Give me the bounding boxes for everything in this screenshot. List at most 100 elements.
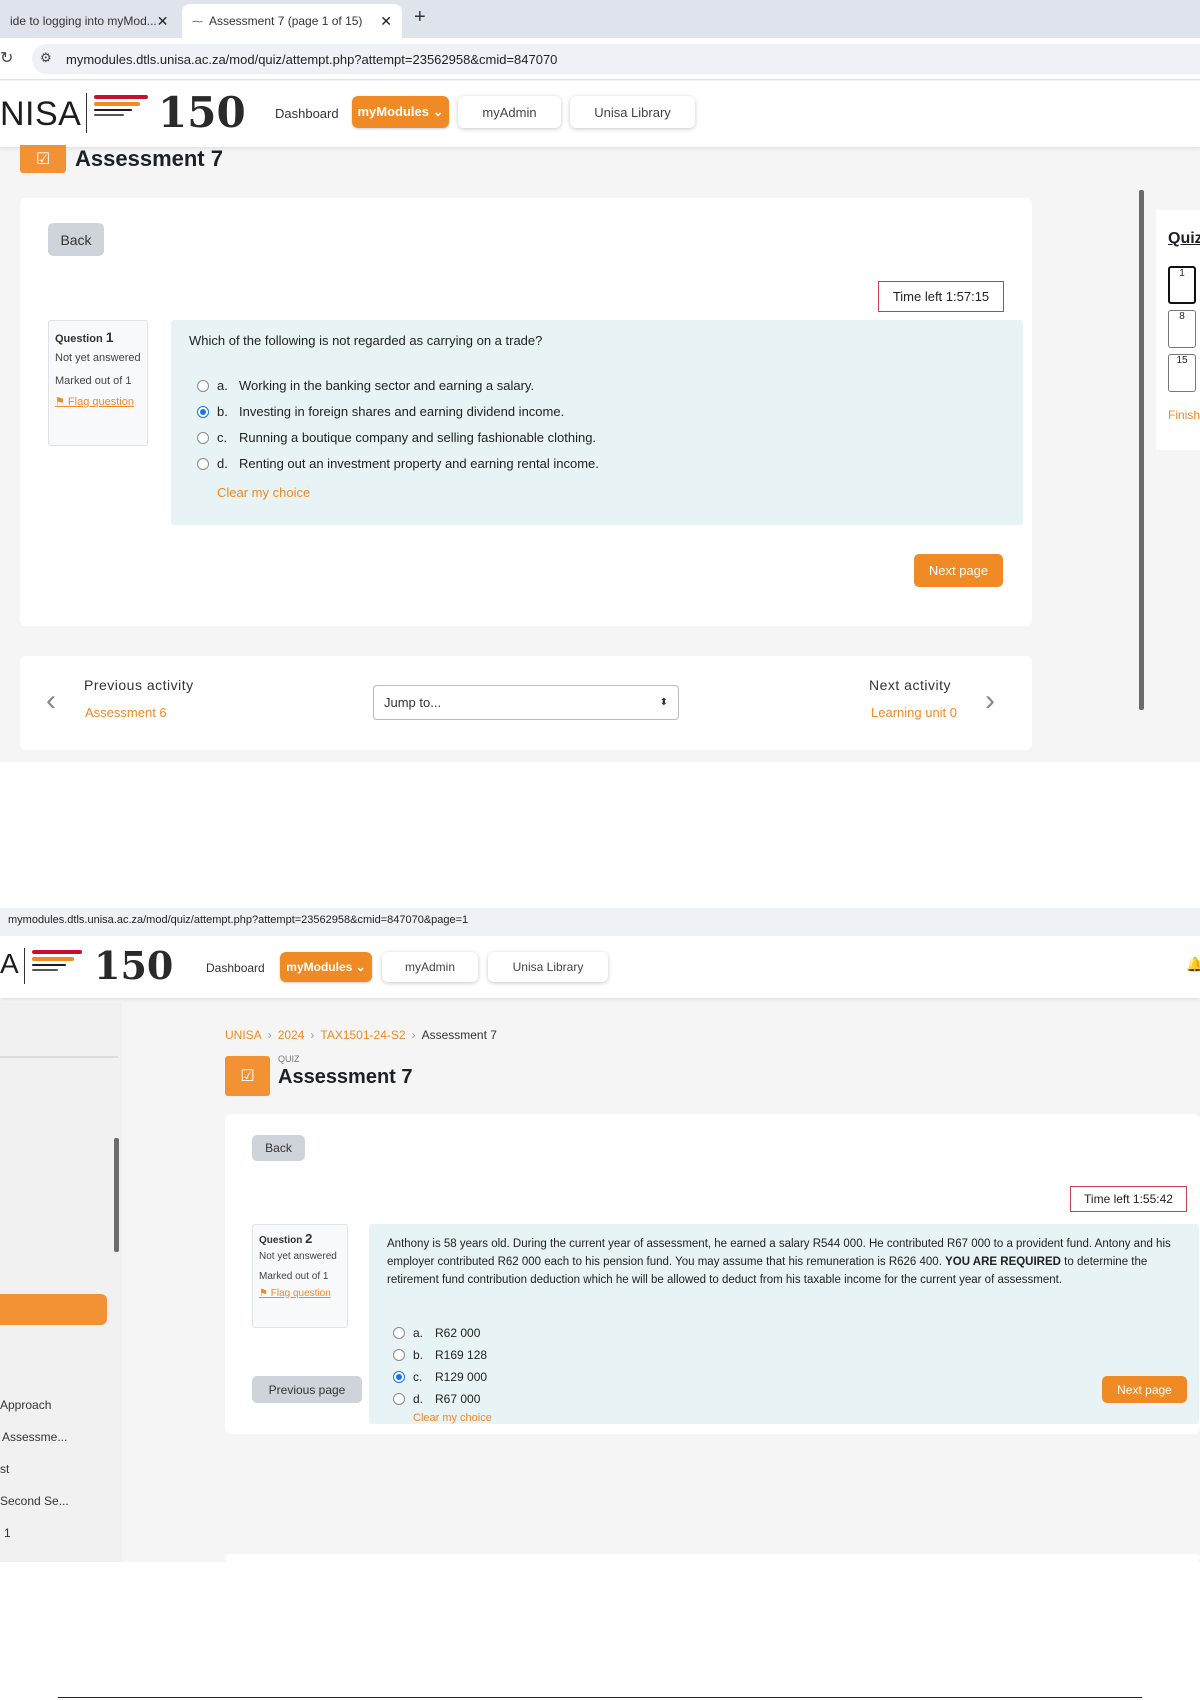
flag-question-link[interactable]: ⚑ Flag question: [259, 1288, 341, 1299]
answer-option-a[interactable]: a. R62 000: [393, 1326, 480, 1340]
address-bar[interactable]: mymodules.dtls.unisa.ac.za/mod/quiz/atte…: [0, 908, 1200, 936]
next-activity-heading: Next activity: [869, 677, 951, 693]
back-button[interactable]: Back: [48, 223, 104, 256]
chevron-left-icon[interactable]: ‹: [46, 684, 56, 718]
site-settings-icon[interactable]: ⚙: [40, 50, 52, 66]
unisa-logo-icon: [94, 95, 148, 119]
answer-option-b[interactable]: b. Investing in foreign shares and earni…: [197, 404, 564, 419]
answer-option-c[interactable]: c. R129 000: [393, 1370, 487, 1384]
sidebar-item[interactable]: 1: [4, 1526, 11, 1540]
nav-myadmin[interactable]: myAdmin: [382, 952, 478, 982]
answer-option-d[interactable]: d. Renting out an investment property an…: [197, 456, 599, 471]
new-tab-button[interactable]: +: [414, 6, 426, 29]
time-left: Time left 1:55:42: [1070, 1186, 1187, 1212]
logo-divider: [24, 948, 25, 984]
browser-tab-bar: ide to logging into myMod... ✕ ⁓ Assessm…: [0, 0, 1200, 38]
browser-tab-label: ide to logging into myMod...: [10, 14, 157, 28]
sidebar-divider: [0, 1056, 118, 1058]
chevron-right-icon[interactable]: ›: [985, 684, 995, 718]
close-icon[interactable]: ✕: [157, 13, 169, 30]
reload-icon[interactable]: ↻: [0, 48, 13, 68]
page-scrollbar[interactable]: [1139, 190, 1144, 710]
sidebar-scrollbar[interactable]: [114, 1138, 119, 1252]
nav-dashboard[interactable]: Dashboard: [206, 961, 265, 975]
question-text: Anthony is 58 years old. During the curr…: [387, 1238, 1171, 1286]
radio-button-selected[interactable]: [197, 405, 209, 418]
activity-type-label: QUIZ: [278, 1054, 300, 1064]
previous-activity-link[interactable]: Assessment 6: [85, 705, 167, 720]
breadcrumb: UNISA › 2024 › TAX1501-24-S2 › Assessment 7: [225, 1028, 497, 1042]
quiz-nav-cell[interactable]: 1: [1168, 266, 1196, 304]
answer-option-b[interactable]: b. R169 128: [393, 1348, 487, 1362]
previous-page-button[interactable]: Previous page: [252, 1376, 362, 1403]
nav-mymodules[interactable]: myModules ⌄: [280, 952, 372, 982]
answer-option-d[interactable]: d. R67 000: [393, 1392, 480, 1406]
quiz-nav-title: Quiz: [1168, 230, 1200, 247]
nav-unisa-library[interactable]: Unisa Library: [488, 952, 608, 982]
finish-attempt-link[interactable]: Finish: [1168, 408, 1200, 422]
page-title: Assessment 7: [75, 146, 223, 171]
unisa-logo-text: NISA: [0, 95, 82, 133]
flag-icon: ⚑: [259, 1287, 271, 1299]
question-info: Question 1 Not yet answered Marked out o…: [48, 320, 148, 446]
sidebar-item[interactable]: Second Se...: [0, 1494, 69, 1508]
url-field[interactable]: ⚙ mymodules.dtls.unisa.ac.za/mod/quiz/at…: [32, 44, 1200, 74]
quiz-icon: ☑: [20, 145, 66, 173]
sidebar-item[interactable]: st: [0, 1462, 9, 1476]
radio-button[interactable]: [393, 1393, 405, 1405]
next-page-button[interactable]: Next page: [1102, 1376, 1187, 1403]
quiz-nav-cell[interactable]: 8: [1168, 310, 1196, 348]
clear-choice-link[interactable]: Clear my choice: [217, 485, 310, 500]
radio-button[interactable]: [197, 431, 209, 444]
radio-button[interactable]: [197, 457, 209, 470]
clear-choice-link[interactable]: Clear my choice: [413, 1412, 492, 1424]
nav-myadmin[interactable]: myAdmin: [458, 96, 561, 128]
nav-mymodules[interactable]: myModules ⌄: [352, 96, 449, 128]
jump-to-select[interactable]: Jump to... ⬍: [373, 685, 679, 720]
notification-bell-icon[interactable]: 🔔: [1186, 956, 1200, 973]
select-caret-icon: ⬍: [659, 697, 668, 708]
sidebar-item[interactable]: Assessme...: [2, 1430, 67, 1444]
nav-dashboard[interactable]: Dashboard: [275, 106, 339, 121]
browser-tab-guide[interactable]: ide to logging into myMod... ✕: [0, 4, 176, 38]
question-text: Which of the following is not regarded a…: [189, 333, 543, 348]
site-navbar: NISA 150 Dashboard myModules ⌄ myAdmin U…: [0, 81, 1200, 147]
answer-option-a[interactable]: a. Working in the banking sector and ear…: [197, 378, 534, 393]
screenshot-question-2: mymodules.dtls.unisa.ac.za/mod/quiz/atte…: [0, 908, 1200, 1562]
anniversary-150-logo: 150: [158, 88, 246, 137]
radio-button[interactable]: [393, 1327, 405, 1339]
breadcrumb-link[interactable]: 2024: [278, 1028, 305, 1042]
question-number: Question 1: [55, 329, 114, 345]
question-state: Not yet answered: [55, 352, 141, 364]
next-activity-link[interactable]: Learning unit 0: [871, 705, 957, 720]
sidebar-item[interactable]: Approach: [0, 1398, 51, 1412]
time-left: Time left 1:57:15: [878, 281, 1004, 312]
radio-button[interactable]: [393, 1349, 405, 1361]
question-marks: Marked out of 1: [55, 374, 132, 387]
back-button[interactable]: Back: [252, 1135, 305, 1161]
question-box: Which of the following is not regarded a…: [171, 320, 1023, 525]
address-bar: ↻ ⚙ mymodules.dtls.unisa.ac.za/mod/quiz/…: [0, 38, 1200, 80]
browser-tab-label: Assessment 7 (page 1 of 15): [209, 14, 363, 28]
breadcrumb-link[interactable]: TAX1501-24-S2: [320, 1028, 405, 1042]
sidebar-item-active[interactable]: [0, 1294, 107, 1325]
course-index-sidebar: Approach Assessme... st Second Se... 1: [0, 1002, 122, 1562]
browser-tab-assessment[interactable]: ⁓ Assessment 7 (page 1 of 15) ✕: [182, 4, 402, 38]
url-text: mymodules.dtls.unisa.ac.za/mod/quiz/atte…: [8, 914, 469, 926]
site-navbar: A 150 Dashboard myModules ⌄ myAdmin Unis…: [0, 936, 1200, 998]
flag-question-link[interactable]: ⚑ Flag question: [55, 395, 141, 408]
activity-navigation: ‹ Previous activity Assessment 6 Jump to…: [20, 656, 1032, 750]
quiz-card: Back Time left 1:55:42 Question 2 Not ye…: [225, 1114, 1200, 1434]
quiz-card: Back Time left 1:57:15 Question 1 Not ye…: [20, 198, 1032, 626]
close-icon[interactable]: ✕: [380, 13, 392, 30]
quiz-icon: ☑: [225, 1056, 270, 1096]
radio-button[interactable]: [197, 379, 209, 392]
answer-option-c[interactable]: c. Running a boutique company and sellin…: [197, 430, 596, 445]
radio-button-selected[interactable]: [393, 1371, 405, 1383]
nav-unisa-library[interactable]: Unisa Library: [570, 96, 695, 128]
breadcrumb-link[interactable]: UNISA: [225, 1028, 262, 1042]
quiz-nav-cell[interactable]: 15: [1168, 354, 1196, 392]
question-text-emphasis: YOU ARE REQUIRED: [945, 1255, 1061, 1268]
next-page-button[interactable]: Next page: [914, 554, 1003, 587]
breadcrumb-current: Assessment 7: [421, 1028, 497, 1042]
